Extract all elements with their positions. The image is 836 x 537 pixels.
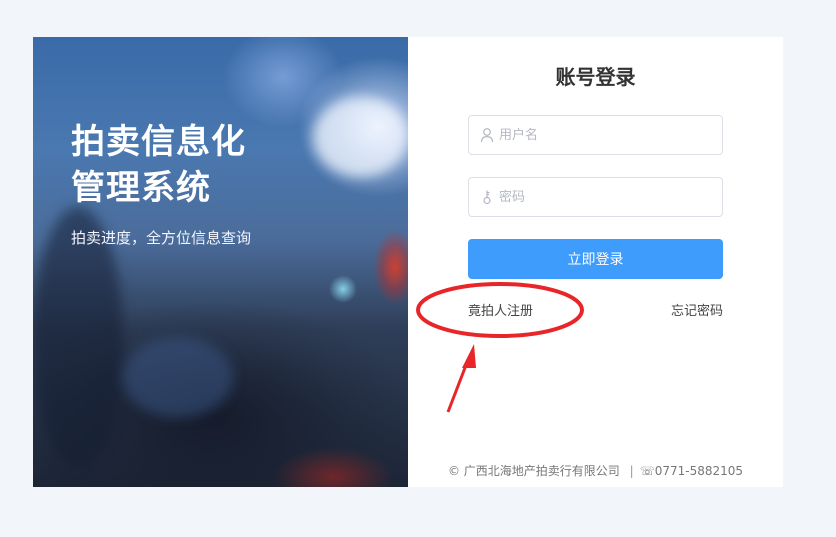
register-link[interactable]: 竟拍人注册 bbox=[468, 300, 533, 319]
hero-title-line1: 拍卖信息化 bbox=[71, 122, 246, 162]
login-title: 账号登录 bbox=[555, 65, 636, 89]
username-field[interactable] bbox=[468, 115, 723, 155]
hero-crowd-blob bbox=[123, 337, 233, 417]
phone-number: 0771-5882105 bbox=[654, 464, 744, 478]
forgot-password-link[interactable]: 忘记密码 bbox=[671, 300, 723, 319]
phone-icon: ☏ bbox=[639, 464, 655, 478]
hero-text: 拍卖信息化 管理系统 拍卖进度，全方位信息查询 bbox=[71, 119, 311, 248]
password-input[interactable] bbox=[499, 178, 714, 216]
username-input[interactable] bbox=[499, 116, 714, 154]
footer: © 广西北海地产拍卖行有限公司 | ☏0771-5882105 bbox=[408, 462, 783, 479]
login-page: 拍卖信息化 管理系统 拍卖进度，全方位信息查询 账号登录 用户名 立即登录 竟拍… bbox=[0, 0, 836, 537]
copyright-symbol: © bbox=[447, 464, 460, 478]
hero-panel: 拍卖信息化 管理系统 拍卖进度，全方位信息查询 bbox=[33, 37, 408, 487]
login-card: 拍卖信息化 管理系统 拍卖进度，全方位信息查询 账号登录 用户名 立即登录 竟拍… bbox=[33, 37, 783, 487]
key-icon bbox=[480, 189, 494, 205]
user-icon bbox=[480, 127, 494, 143]
footer-separator: | bbox=[629, 464, 634, 478]
hero-screen-blob bbox=[313, 97, 408, 177]
hero-subtitle: 拍卖进度，全方位信息查询 bbox=[71, 229, 252, 247]
company-name: 广西北海地产拍卖行有限公司 bbox=[463, 464, 620, 478]
login-form: 账号登录 立即登录 bbox=[408, 37, 783, 487]
hero-title-line2: 管理系统 bbox=[71, 168, 211, 208]
password-field[interactable] bbox=[468, 177, 723, 217]
login-button[interactable]: 立即登录 bbox=[468, 239, 723, 279]
hero-title: 拍卖信息化 管理系统 bbox=[71, 119, 311, 211]
